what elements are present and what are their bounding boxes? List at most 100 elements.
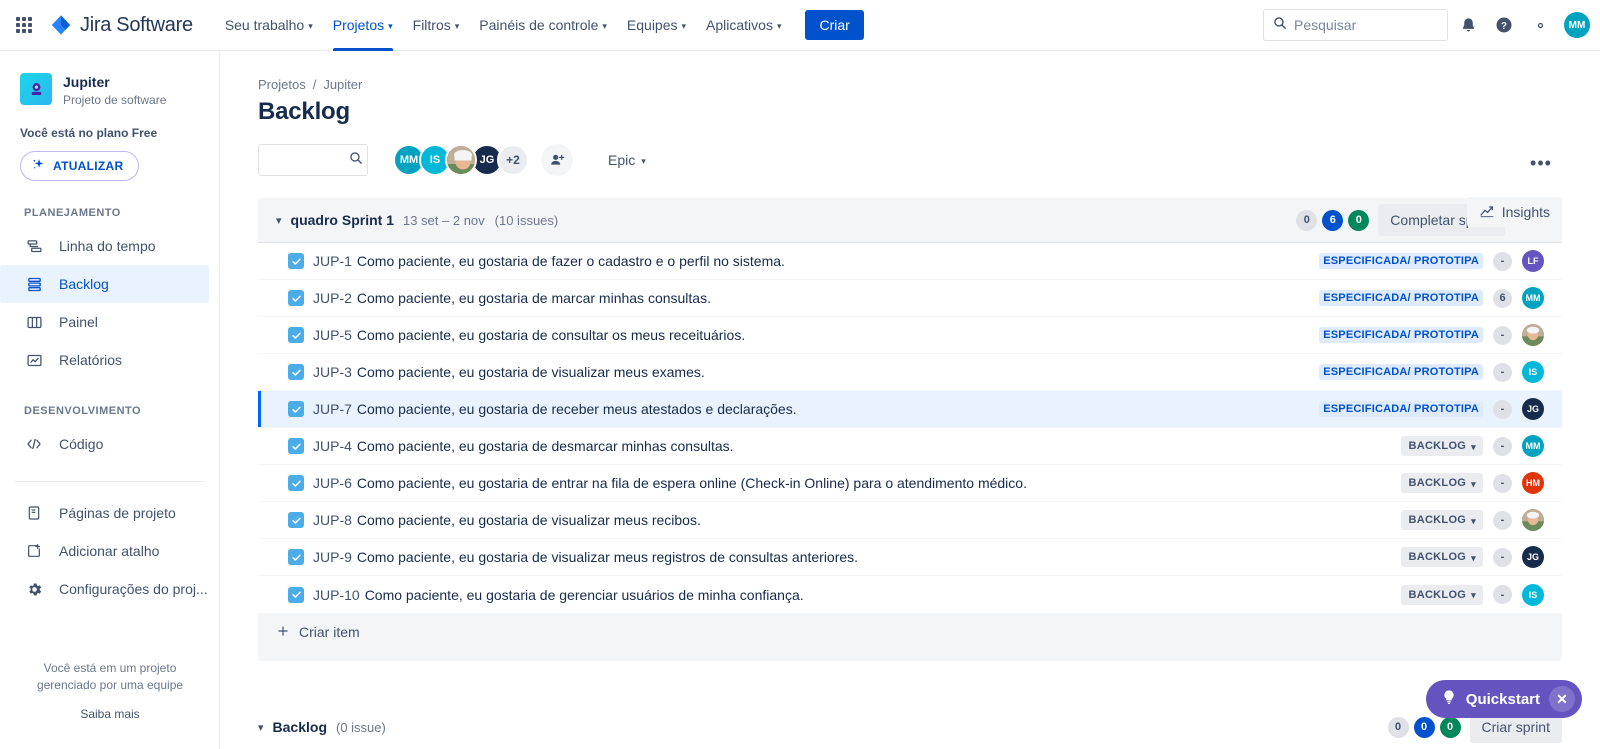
create-item-button[interactable]: Criar item — [258, 613, 1562, 651]
help-circle-icon[interactable]: ? — [1488, 9, 1520, 41]
avatar[interactable]: HM — [1522, 472, 1544, 494]
sidebar-item-configuracoes-do-projeto[interactable]: Configurações do proj... — [0, 570, 209, 608]
page-more-actions-button[interactable]: ••• — [1525, 147, 1557, 179]
story-point-estimate[interactable]: 6 — [1493, 288, 1512, 308]
sidebar-footer-link[interactable]: Saiba mais — [14, 706, 206, 723]
bell-icon[interactable] — [1452, 9, 1484, 41]
breadcrumb-projetos[interactable]: Projetos — [258, 77, 306, 92]
status-badge[interactable]: ESPECIFICADA/ PROTOTIPA — [1319, 401, 1483, 417]
story-point-estimate[interactable]: - — [1493, 473, 1512, 493]
table-row[interactable]: JUP-3 Como paciente, eu gostaria de visu… — [258, 354, 1562, 391]
sparkle-icon — [32, 158, 45, 174]
status-dropdown[interactable]: BACKLOG ▾ — [1401, 436, 1483, 456]
breadcrumb-jupiter[interactable]: Jupiter — [323, 77, 362, 92]
nav-filtros[interactable]: Filtros ▾ — [403, 0, 470, 51]
story-point-estimate[interactable]: - — [1493, 325, 1512, 345]
story-type-icon — [288, 512, 304, 528]
story-point-estimate[interactable]: - — [1493, 585, 1512, 604]
status-dropdown[interactable]: BACKLOG ▾ — [1401, 584, 1483, 605]
backlog-search-box[interactable] — [258, 144, 368, 176]
status-badge-inprogress[interactable]: 0 — [1413, 716, 1435, 738]
table-row[interactable]: JUP-9 Como paciente, eu gostaria de visu… — [258, 539, 1562, 576]
create-button[interactable]: Criar — [805, 10, 864, 40]
epic-filter-button[interactable]: Epic ▾ — [599, 144, 655, 176]
status-badge-todo[interactable]: 0 — [1387, 716, 1409, 738]
sidebar-item-codigo[interactable]: Código — [0, 425, 209, 463]
table-row[interactable]: JUP-10 Como paciente, eu gostaria de ger… — [258, 576, 1562, 613]
avatar[interactable]: IS — [1522, 361, 1544, 383]
status-badge-done[interactable]: 0 — [1439, 716, 1461, 738]
table-row[interactable]: JUP-8 Como paciente, eu gostaria de visu… — [258, 502, 1562, 539]
table-row[interactable]: JUP-1 Como paciente, eu gostaria de faze… — [258, 243, 1562, 280]
nav-seu-trabalho[interactable]: Seu trabalho ▾ — [215, 0, 323, 51]
avatar[interactable]: MM — [1564, 12, 1590, 38]
nav-aplicativos[interactable]: Aplicativos ▾ — [696, 0, 791, 51]
avatar[interactable] — [1522, 324, 1544, 346]
status-badge[interactable]: ESPECIFICADA/ PROTOTIPA — [1319, 327, 1483, 343]
project-header[interactable]: Jupiter Projeto de software — [0, 51, 219, 108]
backlog-section-header: ▾ Backlog (0 issue) 0 0 0 Criar sprint — [258, 707, 1562, 747]
issue-key: JUP-3 — [313, 364, 352, 380]
grid-apps-icon[interactable] — [8, 9, 40, 41]
avatar[interactable]: LF — [1522, 250, 1544, 272]
insights-button[interactable]: Insights — [1466, 197, 1562, 227]
story-type-icon — [288, 549, 304, 565]
epic-label: Epic — [608, 152, 636, 168]
status-badge[interactable]: ESPECIFICADA/ PROTOTIPA — [1319, 253, 1483, 269]
avatar-initials: IS — [429, 154, 441, 166]
chevron-down-icon[interactable]: ▾ — [276, 214, 282, 227]
nav-paineis-de-controle[interactable]: Painéis de controle ▾ — [469, 0, 617, 51]
story-point-estimate[interactable]: - — [1493, 436, 1512, 456]
status-badge[interactable]: ESPECIFICADA/ PROTOTIPA — [1319, 364, 1483, 380]
table-row[interactable]: JUP-4 Como paciente, eu gostaria de desm… — [258, 428, 1562, 465]
status-badge[interactable]: ESPECIFICADA/ PROTOTIPA — [1319, 290, 1483, 306]
sidebar-item-adicionar-atalho[interactable]: Adicionar atalho — [0, 532, 209, 570]
avatar-overflow-count[interactable]: +2 — [497, 144, 529, 176]
table-row[interactable]: JUP-7 Como paciente, eu gostaria de rece… — [258, 391, 1562, 428]
status-badge-inprogress[interactable]: 6 — [1322, 209, 1344, 231]
avatar[interactable]: JG — [1522, 398, 1544, 420]
status-dropdown[interactable]: BACKLOG ▾ — [1401, 473, 1483, 493]
avatar[interactable] — [445, 144, 477, 176]
status-dropdown[interactable]: BACKLOG ▾ — [1401, 510, 1483, 530]
avatar-initials: IS — [1528, 367, 1538, 377]
global-search-box[interactable] — [1263, 9, 1448, 41]
jira-brand-logo[interactable]: Jira Software — [50, 14, 193, 37]
sidebar-item-painel[interactable]: Painel — [0, 303, 209, 341]
status-badge-done[interactable]: 0 — [1348, 209, 1370, 231]
avatar[interactable]: MM — [1522, 435, 1544, 457]
nav-label: Filtros — [412, 17, 451, 33]
add-shortcut-icon — [24, 543, 44, 559]
story-point-estimate[interactable]: - — [1493, 251, 1512, 271]
global-search-input[interactable] — [1294, 17, 1434, 33]
avatar[interactable] — [1522, 509, 1544, 531]
chevron-down-icon[interactable]: ▾ — [258, 721, 264, 734]
avatar[interactable]: IS — [1522, 583, 1544, 606]
project-type: Projeto de software — [63, 93, 167, 107]
story-point-estimate[interactable]: - — [1493, 510, 1512, 530]
close-icon[interactable]: ✕ — [1549, 686, 1575, 712]
avatar[interactable]: MM — [1522, 287, 1544, 309]
gear-icon[interactable] — [1524, 9, 1556, 41]
add-person-icon[interactable] — [541, 144, 573, 176]
avatar[interactable]: JG — [1522, 546, 1544, 568]
sidebar-item-backlog[interactable]: Backlog — [0, 265, 209, 303]
table-row[interactable]: JUP-6 Como paciente, eu gostaria de entr… — [258, 465, 1562, 502]
story-point-estimate[interactable]: - — [1493, 362, 1512, 382]
nav-right-cluster: ? MM — [1263, 9, 1600, 41]
sidebar-item-paginas-de-projeto[interactable]: Páginas de projeto — [0, 494, 209, 532]
upgrade-button[interactable]: ATUALIZAR — [20, 151, 140, 181]
sidebar-item-relatorios[interactable]: Relatórios — [0, 341, 209, 379]
table-row[interactable]: JUP-2 Como paciente, eu gostaria de marc… — [258, 280, 1562, 317]
story-point-estimate[interactable]: - — [1493, 399, 1512, 419]
sidebar-item-linha-do-tempo[interactable]: Linha do tempo — [0, 227, 209, 265]
table-row[interactable]: JUP-5 Como paciente, eu gostaria de cons… — [258, 317, 1562, 354]
nav-equipes[interactable]: Equipes ▾ — [617, 0, 696, 51]
backlog-search-input[interactable] — [267, 152, 349, 168]
status-badge-todo[interactable]: 0 — [1296, 209, 1318, 231]
nav-projetos[interactable]: Projetos ▾ — [323, 0, 403, 51]
status-dropdown[interactable]: BACKLOG ▾ — [1401, 547, 1483, 567]
quickstart-widget[interactable]: Quickstart ✕ — [1425, 680, 1582, 718]
story-point-estimate[interactable]: - — [1493, 547, 1512, 567]
gear-icon — [24, 581, 44, 598]
